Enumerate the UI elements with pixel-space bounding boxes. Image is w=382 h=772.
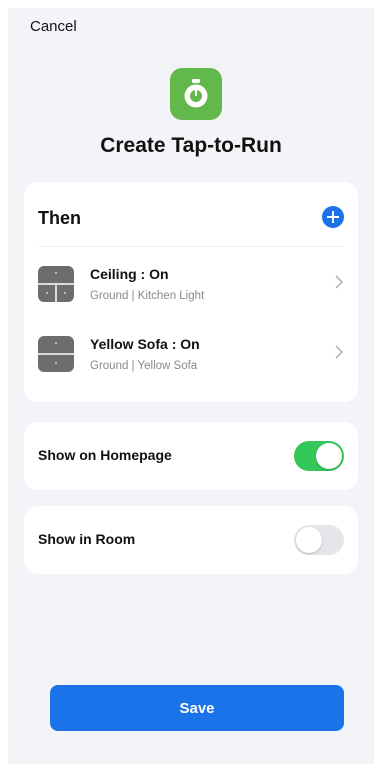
show-in-room-toggle[interactable] (294, 525, 344, 555)
screen: Cancel Create Tap-to-Run Then Ceiling: … (8, 8, 374, 764)
action-row-yellow-sofa[interactable]: Yellow Sofa : On Ground | Yellow Sofa (24, 326, 358, 388)
show-on-homepage-toggle[interactable] (294, 441, 344, 471)
then-section-title: Then (38, 208, 81, 228)
plus-icon (327, 211, 339, 223)
switch-panel-icon (38, 336, 74, 372)
page-title: Create Tap-to-Run (100, 134, 282, 157)
action-title: Yellow Sofa : On (90, 336, 200, 352)
show-on-homepage-card: Show on Homepage (24, 422, 358, 490)
action-title: Ceiling : On (90, 266, 169, 282)
switch-panel-icon (38, 266, 74, 302)
cancel-button[interactable]: Cancel (30, 18, 77, 35)
divider (38, 246, 344, 247)
then-card: Then Ceiling : On Ground | Kitchen Light (24, 182, 358, 402)
show-on-homepage-label: Show on Homepage (38, 447, 172, 463)
chevron-right-icon (335, 345, 344, 359)
toggle-knob (296, 527, 322, 553)
toggle-knob (316, 443, 342, 469)
action-row-ceiling[interactable]: Ceiling : On Ground | Kitchen Light (24, 256, 358, 318)
add-action-button[interactable] (322, 206, 344, 228)
show-in-room-card: Show in Room (24, 506, 358, 574)
action-subtitle: Ground | Yellow Sofa (90, 360, 198, 372)
chevron-right-icon (335, 275, 344, 289)
save-button[interactable]: Save (50, 685, 344, 731)
show-in-room-label: Show in Room (38, 531, 136, 547)
stopwatch-icon (170, 68, 222, 120)
action-subtitle: Ground | Kitchen Light (90, 290, 205, 302)
